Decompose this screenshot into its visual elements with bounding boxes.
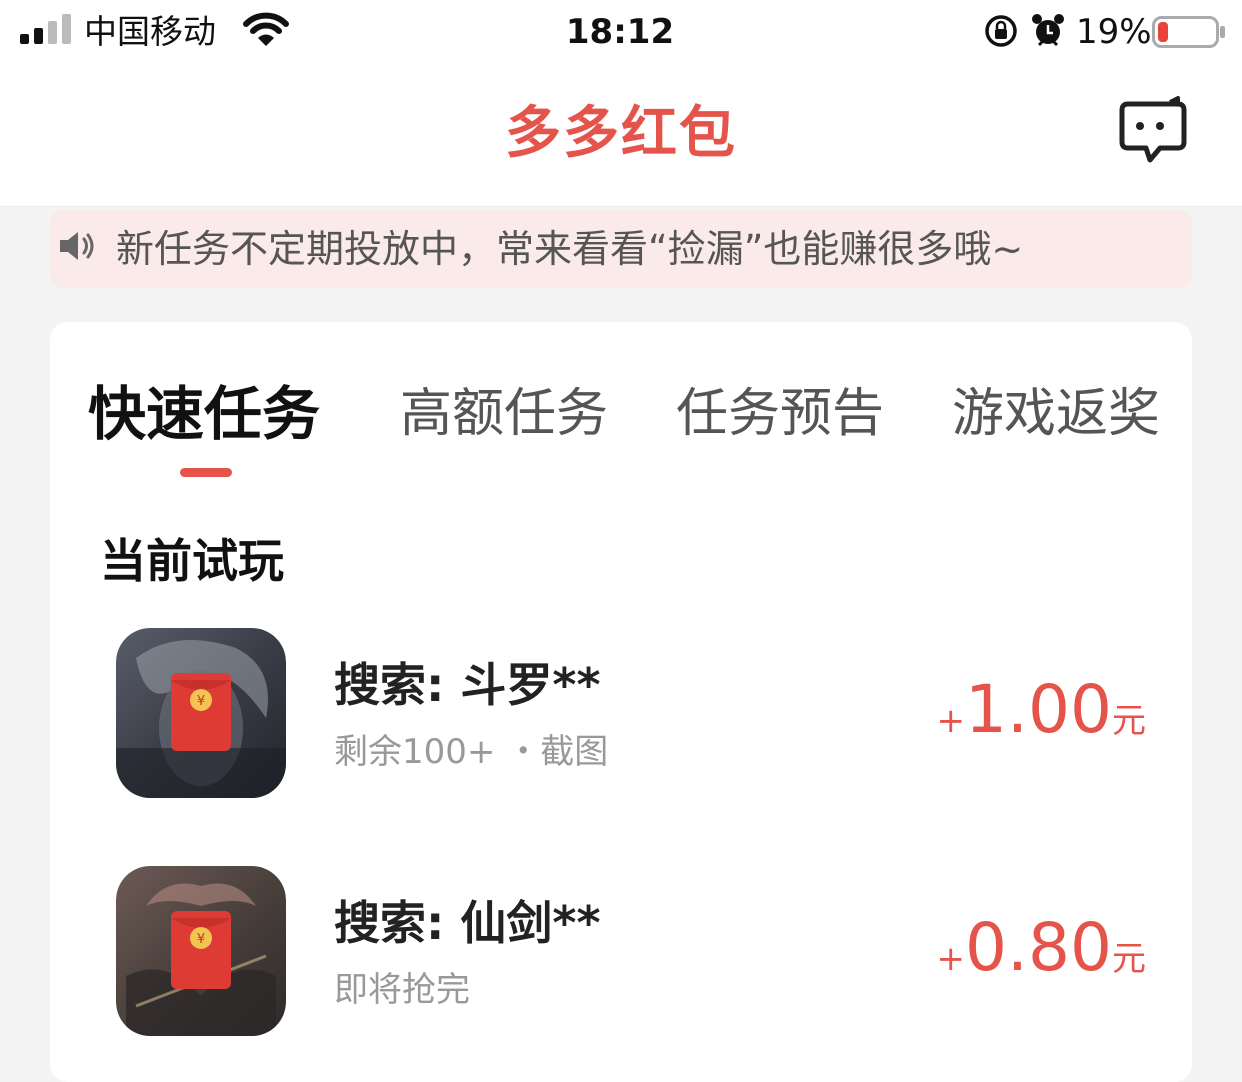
- reward-unit: 元: [1112, 939, 1146, 979]
- reward-unit: 元: [1112, 701, 1146, 741]
- cellular-signal-icon: [20, 14, 71, 44]
- reward-amount: 0.80: [965, 909, 1112, 986]
- navigation-bar: 多多红包: [0, 70, 1242, 207]
- task-name: 搜索: 斗罗**: [334, 658, 601, 712]
- reward-plus: +: [936, 939, 966, 979]
- battery-icon: [1152, 16, 1225, 48]
- wifi-icon: [243, 12, 289, 46]
- active-tab-indicator: [180, 468, 232, 477]
- task-item[interactable]: ¥ 搜索: 斗罗** 剩余100+ ・截图 +1.00元: [116, 628, 1146, 798]
- game-thumbnail: ¥: [116, 628, 286, 798]
- task-reward: +1.00元: [937, 672, 1146, 748]
- alarm-icon: [1032, 14, 1064, 47]
- notice-banner: 新任务不定期投放中，常来看看“捡漏”也能赚很多哦~: [50, 210, 1192, 288]
- task-card: 快速任务 高额任务 任务预告 游戏返奖 当前试玩 ¥ 搜索: 斗罗** 剩余10…: [50, 322, 1192, 1082]
- tab-task-preview[interactable]: 任务预告: [676, 378, 884, 450]
- reward-amount: 1.00: [965, 671, 1112, 748]
- page-title: 多多红包: [505, 101, 737, 166]
- tab-quick-tasks[interactable]: 快速任务: [88, 378, 320, 450]
- section-title: 当前试玩: [100, 534, 284, 588]
- task-reward: +0.80元: [937, 910, 1146, 986]
- rotation-lock-icon: [985, 15, 1017, 47]
- carrier-name: 中国移动: [84, 12, 216, 51]
- svg-text:¥: ¥: [197, 694, 205, 709]
- reward-plus: +: [936, 701, 966, 741]
- task-meta: 即将抢完: [334, 970, 470, 1010]
- tab-high-value-tasks[interactable]: 高额任务: [400, 378, 608, 450]
- speaker-icon: [60, 232, 94, 260]
- customer-service-icon[interactable]: [1116, 96, 1196, 168]
- game-thumbnail: ¥: [116, 866, 286, 1036]
- task-name: 搜索: 仙剑**: [334, 896, 601, 950]
- clock-time: 18:12: [565, 12, 675, 52]
- status-bar: 中国移动 18:12 19%: [0, 0, 1242, 70]
- task-item[interactable]: ¥ 搜索: 仙剑** 即将抢完 +0.80元: [116, 866, 1146, 1036]
- battery-percentage: 19%: [1076, 12, 1152, 52]
- tab-game-rewards[interactable]: 游戏返奖: [952, 378, 1160, 450]
- notice-text: 新任务不定期投放中，常来看看“捡漏”也能赚很多哦~: [116, 227, 1024, 271]
- task-meta: 剩余100+ ・截图: [334, 732, 609, 772]
- svg-text:¥: ¥: [197, 932, 205, 947]
